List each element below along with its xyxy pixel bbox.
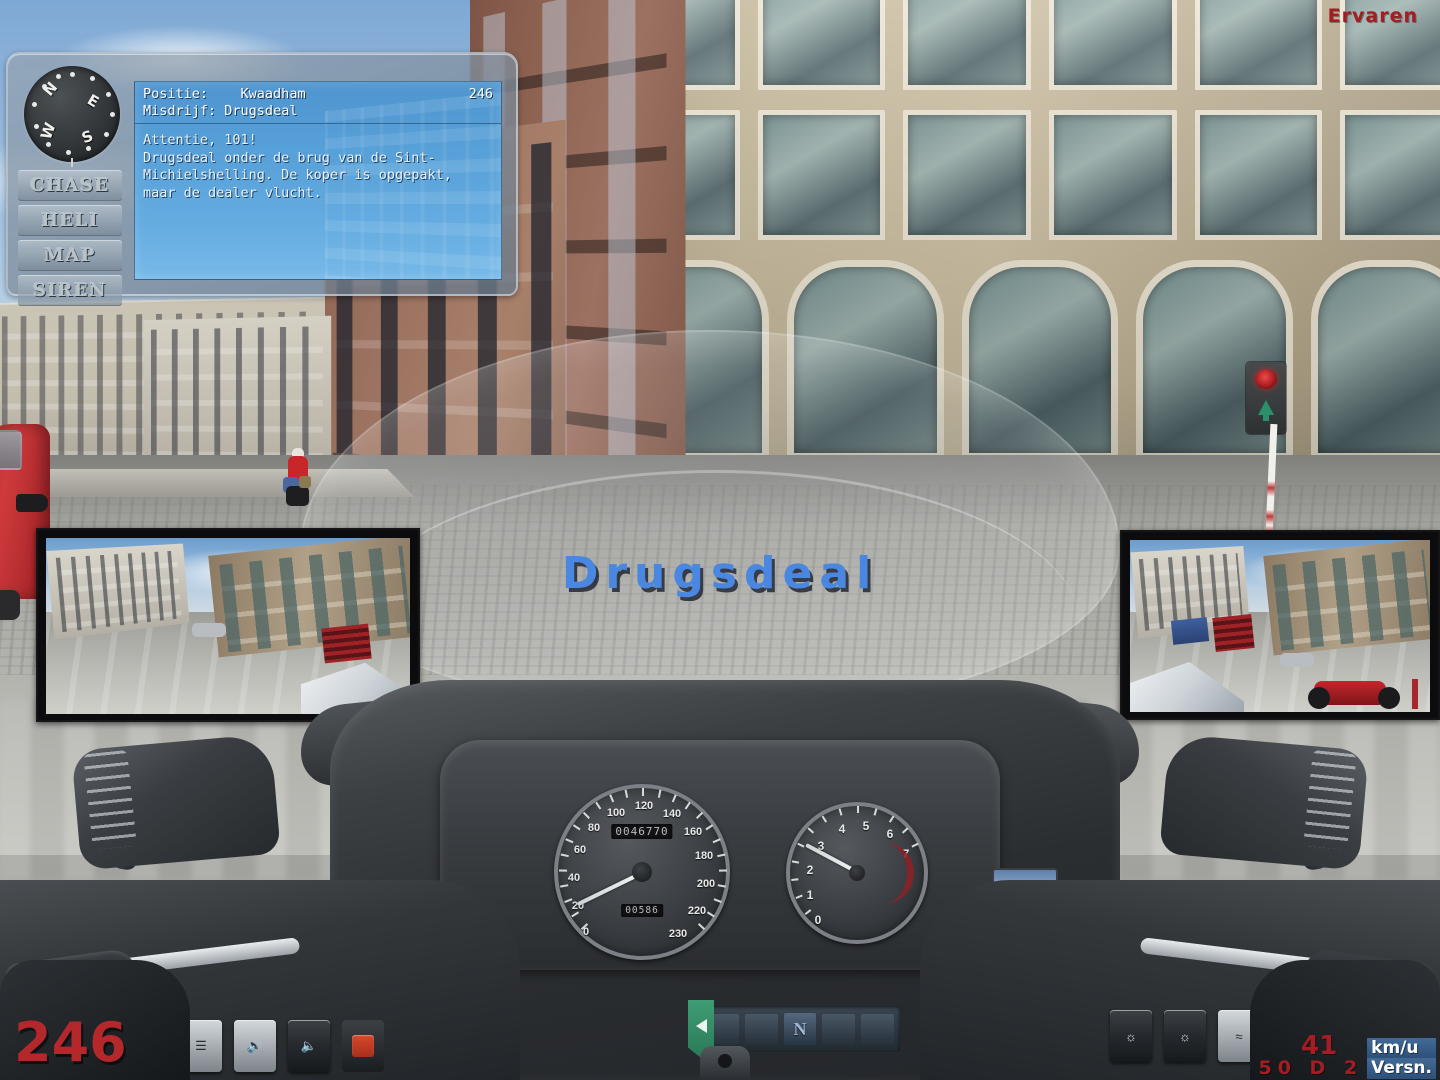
heli-button[interactable]: HELI	[18, 205, 122, 236]
crime-key: Misdrijf:	[143, 103, 217, 120]
glass-band-ground	[600, 260, 1440, 460]
gear-value: 50 D 2	[1258, 1057, 1364, 1080]
hud-button-group: CHASE HELI MAP SIREN	[18, 170, 122, 310]
mirror-right	[1120, 530, 1440, 720]
hud-score: 246	[468, 86, 493, 102]
compass-east-label: E	[84, 90, 103, 112]
mirror-right-view	[1130, 540, 1430, 712]
sidewalk-left	[0, 468, 415, 498]
compass-needle	[71, 158, 73, 167]
dispatch-display[interactable]: Positie: Kwaadham 246 Misdrijf: Drugsdea…	[134, 81, 502, 280]
glass-band-middle	[600, 110, 1440, 240]
traffic-light-red-lamp	[1255, 369, 1277, 389]
glass-band-upper	[600, 0, 1440, 90]
score-display: 246	[14, 1011, 127, 1074]
traffic-light-housing	[1246, 362, 1286, 434]
police-hud-panel[interactable]: N E S W CHASE HELI MAP SIREN Positie: Kw…	[6, 52, 518, 306]
compass-north-label: N	[39, 78, 62, 100]
speed-value: 41	[1300, 1031, 1338, 1062]
fleeing-dealer-motorcycle	[279, 448, 315, 506]
mirror-left-view	[46, 538, 410, 714]
map-button[interactable]: MAP	[18, 240, 122, 271]
rank-label: Ervaren	[1327, 5, 1418, 27]
position-key: Positie:	[143, 86, 209, 102]
mirror-target-motorcycle	[1308, 657, 1400, 709]
motion-blur	[0, 700, 1440, 880]
crime-value: Drugsdeal	[224, 103, 298, 120]
compass: N E S W	[24, 66, 120, 167]
traffic-light-pole	[1265, 423, 1278, 535]
compass-south-label: S	[79, 126, 96, 148]
siren-button[interactable]: SIREN	[18, 275, 122, 306]
traffic-light-green-arrow-stem	[1263, 412, 1269, 421]
dispatch-header: Positie: Kwaadham 246 Misdrijf: Drugsdea…	[135, 82, 501, 125]
mirror-left	[36, 528, 420, 722]
speed-readout-group: 41 50 D 2 km/u Versn.	[1258, 1031, 1436, 1080]
speed-unit-label: km/u	[1367, 1037, 1436, 1059]
compass-west-label: W	[36, 120, 60, 142]
game-screen: Drugsdeal Ervaren N E S W CHASE HELI MAP…	[0, 0, 1440, 1080]
position-value: Kwaadham	[240, 86, 306, 102]
dispatch-message: Attentie, 101! Drugsdeal onder de brug v…	[143, 132, 452, 201]
traffic-light	[1246, 362, 1288, 535]
chase-button[interactable]: CHASE	[18, 170, 122, 201]
gear-unit-label: Versn.	[1367, 1058, 1436, 1079]
